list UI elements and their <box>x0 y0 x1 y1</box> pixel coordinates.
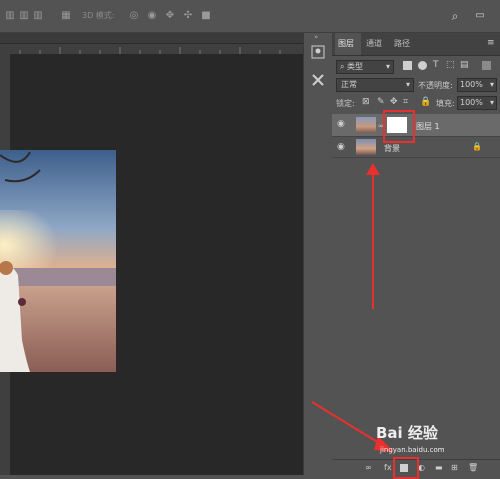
annotation-highlight-box <box>393 457 419 479</box>
lock-all-icon[interactable]: 🔒 <box>420 97 431 107</box>
options-bar: ▥ ▥ ▥ ▦ 3D 模式: ◎ ◉ ✥ ✣ ■ ⌕ ▭ <box>0 0 500 33</box>
chevron-down-icon: ▾ <box>489 98 494 107</box>
opacity-value: 100% <box>460 80 483 89</box>
document-tab-strip <box>0 33 303 44</box>
opacity-label: 不透明度: <box>418 81 453 90</box>
layer-row-background[interactable]: ◉ 背景 🔒 <box>332 137 500 158</box>
panel-tabs: 图层 通道 路径 ≡ <box>332 33 500 56</box>
blend-mode-value: 正常 <box>341 80 357 89</box>
ruler-top <box>0 44 303 54</box>
lock-artboard-icon[interactable]: ⌗ <box>403 97 408 107</box>
chevron-down-icon: ▾ <box>405 80 410 89</box>
filter-shape-icon[interactable]: ⬚ <box>446 60 455 70</box>
lock-position-icon[interactable]: ✥ <box>390 97 398 107</box>
align-center-icon[interactable]: ▥ <box>18 10 30 22</box>
fill-input[interactable]: 100% ▾ <box>457 96 497 110</box>
drag-3d-icon[interactable]: ✥ <box>164 10 176 22</box>
filter-search-icon: ⌕ <box>340 62 345 71</box>
blend-mode-select[interactable]: 正常 ▾ <box>336 78 414 92</box>
watermark-logo: Bai 经验 <box>376 424 438 442</box>
chevron-down-icon: ▾ <box>385 62 390 71</box>
workspace-icon[interactable]: ▭ <box>474 10 486 22</box>
chevron-down-icon: ▾ <box>489 80 494 89</box>
filter-pixel-icon[interactable] <box>403 61 412 70</box>
tab-channels[interactable]: 通道 <box>366 38 382 49</box>
layer-name[interactable]: 图层 1 <box>416 121 440 132</box>
align-right-icon[interactable]: ▥ <box>32 10 44 22</box>
trash-icon[interactable]: 🗑 <box>468 463 478 472</box>
layer-thumbnail[interactable] <box>356 117 376 133</box>
filter-smart-object-icon[interactable]: ▤ <box>460 60 469 70</box>
lock-icon: 🔒 <box>472 142 482 151</box>
group-icon[interactable]: ▬ <box>435 463 443 472</box>
opacity-input[interactable]: 100% ▾ <box>457 78 497 92</box>
align-left-icon[interactable]: ▥ <box>4 10 16 22</box>
lock-transparent-icon[interactable]: ⊠ <box>362 97 370 107</box>
watermark-url: jingyan.baidu.com <box>380 446 445 454</box>
collapse-arrows-icon[interactable]: » <box>314 33 318 41</box>
filter-toggle-icon[interactable] <box>482 61 491 70</box>
tools-panel-icon[interactable] <box>311 73 325 87</box>
fill-label: 填充: <box>436 99 455 108</box>
fill-value: 100% <box>460 98 483 107</box>
layer-name[interactable]: 背景 <box>384 143 400 154</box>
filter-kind-select[interactable]: ⌕ 类型 ▾ <box>336 60 394 74</box>
lock-label: 锁定: <box>336 99 355 108</box>
link-icon[interactable]: ∞ <box>365 463 372 472</box>
distribute-icon[interactable]: ▦ <box>60 10 72 22</box>
tab-paths[interactable]: 路径 <box>394 38 410 49</box>
visibility-eye-icon[interactable]: ◉ <box>337 119 347 129</box>
scale-3d-icon[interactable]: ■ <box>200 10 212 22</box>
annotation-arrow-up <box>366 163 380 309</box>
layer-thumbnail[interactable] <box>356 139 376 155</box>
filter-adjustment-icon[interactable] <box>418 61 427 70</box>
visibility-eye-icon[interactable]: ◉ <box>337 142 347 152</box>
roll-3d-icon[interactable]: ◉ <box>146 10 158 22</box>
adjustment-icon[interactable]: ◐ <box>418 463 425 472</box>
slide-3d-icon[interactable]: ✣ <box>182 10 194 22</box>
new-layer-icon[interactable]: ⊞ <box>451 463 458 472</box>
lock-image-icon[interactable]: ✎ <box>377 97 385 107</box>
mode-3d-label: 3D 模式: <box>82 11 115 20</box>
rotate-3d-icon[interactable]: ◎ <box>128 10 140 22</box>
panel-menu-icon[interactable]: ≡ <box>487 38 495 48</box>
filter-type-icon[interactable]: T <box>433 60 439 70</box>
filter-kind-label: 类型 <box>347 62 364 71</box>
layer-row-layer1[interactable]: ◉ ∞ 图层 1 <box>332 114 500 137</box>
character-panel-icon[interactable] <box>311 45 325 59</box>
canvas-photo[interactable] <box>0 150 116 372</box>
fx-icon[interactable]: fx <box>384 463 392 472</box>
search-icon[interactable]: ⌕ <box>449 10 461 22</box>
tab-layers[interactable]: 图层 <box>338 38 354 49</box>
